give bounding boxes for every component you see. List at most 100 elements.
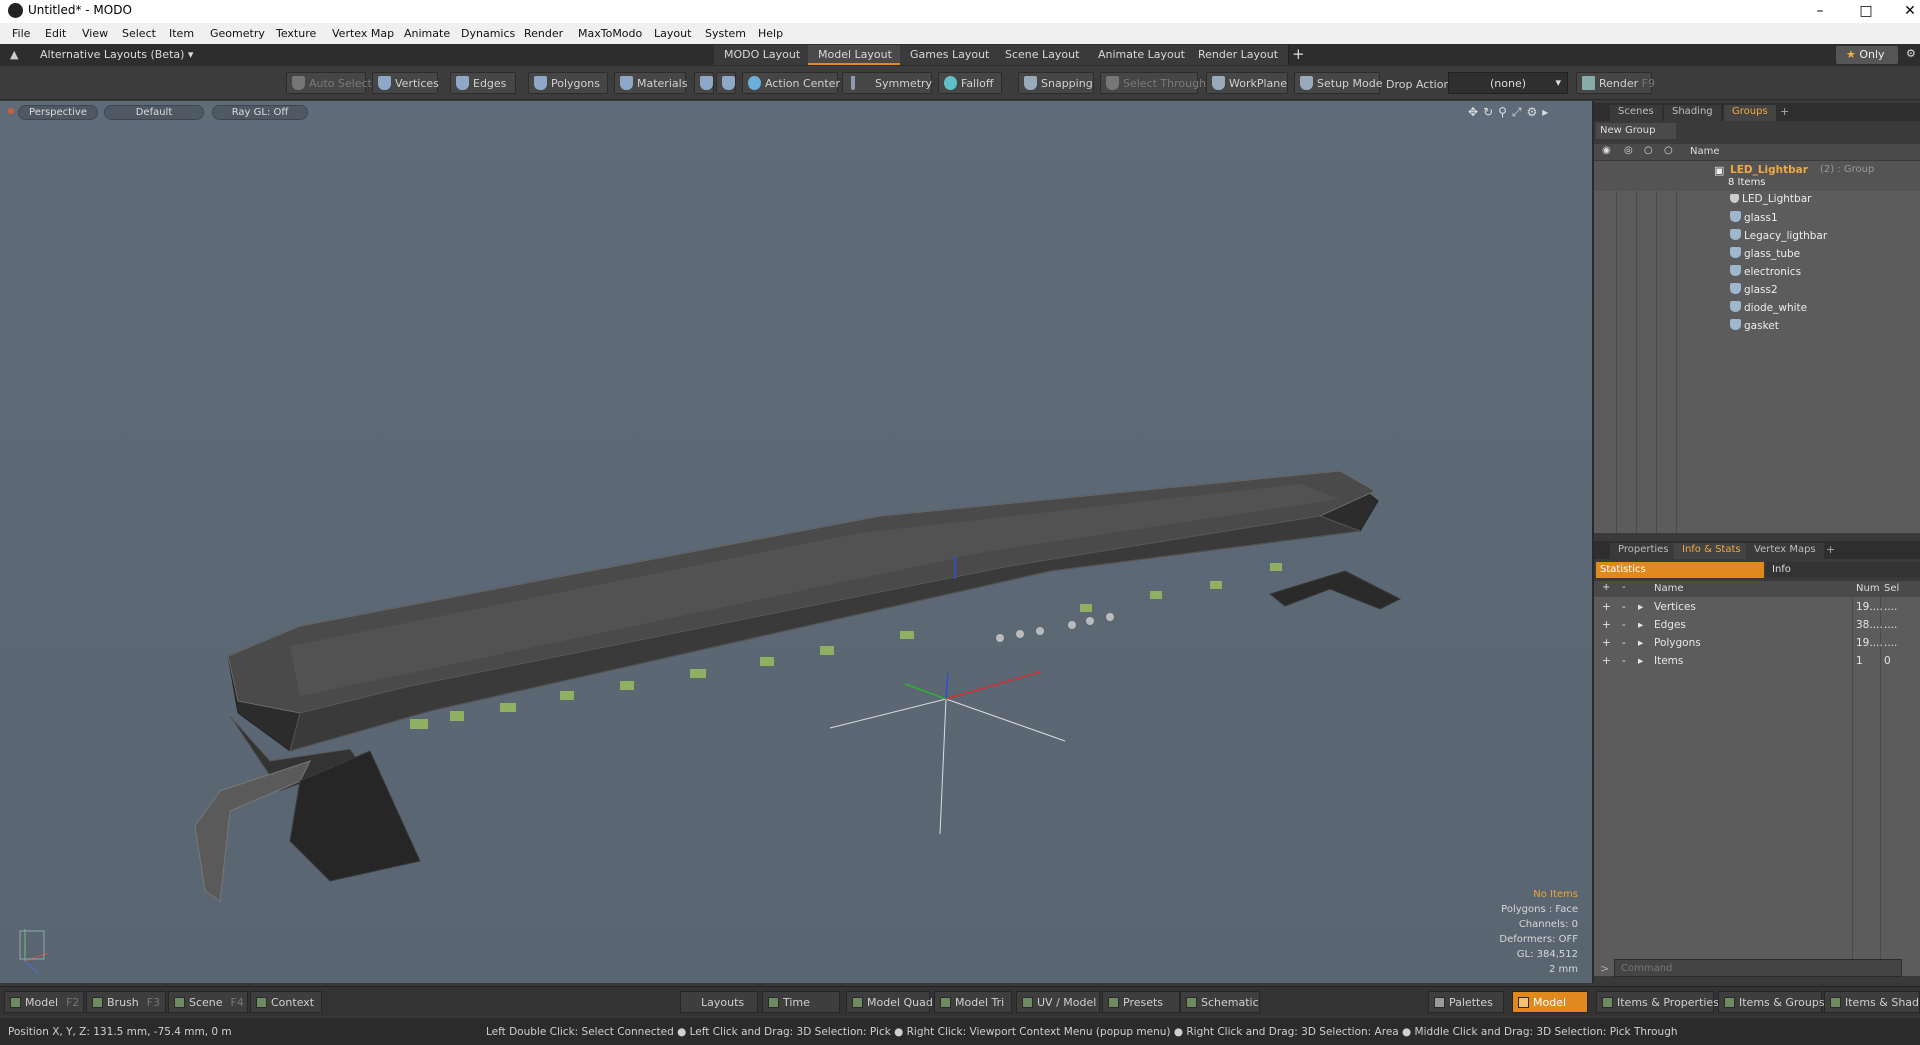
tab-model-layout[interactable]: Model Layout <box>808 45 903 65</box>
menu-animate[interactable]: Animate <box>404 27 450 40</box>
context-button[interactable]: Context <box>250 991 322 1013</box>
layouts-button[interactable]: Layouts <box>680 991 758 1013</box>
auto-select-button[interactable]: Auto Select <box>286 72 372 94</box>
new-group-button[interactable]: New Group <box>1596 123 1676 139</box>
items-properties-button[interactable]: Items & Properties <box>1596 991 1719 1013</box>
menu-geometry[interactable]: Geometry <box>210 27 265 40</box>
drop-action-select[interactable]: (none) ▾ <box>1448 72 1568 94</box>
statistics-subtab[interactable]: Statistics <box>1596 562 1764 578</box>
model-mode-button[interactable]: Model F2 <box>4 991 84 1013</box>
stats-row-items[interactable]: + - ▸ Items 1 0 <box>1594 653 1920 671</box>
add-layout-button[interactable]: + <box>1292 45 1305 63</box>
uv-model-button[interactable]: UV / Model <box>1016 991 1100 1013</box>
schematic-button[interactable]: Schematic <box>1180 991 1260 1013</box>
vertices-icon <box>378 76 391 90</box>
tab-properties[interactable]: Properties <box>1610 543 1677 559</box>
tree-item-legacy-lightbar[interactable]: Legacy_ligthbar <box>1730 229 1827 247</box>
menu-edit[interactable]: Edit <box>45 27 66 40</box>
expand-all-icon[interactable]: + <box>1602 582 1610 593</box>
tab-animate-layout[interactable]: Animate Layout <box>1088 45 1196 65</box>
model-label: Model <box>25 996 59 1009</box>
model-tri-button[interactable]: Model Tri <box>934 991 1012 1013</box>
lock-icon[interactable]: ◎ <box>1624 145 1633 156</box>
collapse-icon[interactable]: ▲ <box>10 48 18 61</box>
group-suffix: (2) : Group <box>1820 164 1875 175</box>
menu-texture[interactable]: Texture <box>276 27 316 40</box>
stats-row-polygons[interactable]: + - ▸ Polygons 19........ <box>1594 635 1920 653</box>
stat-num: 38.... <box>1856 619 1883 631</box>
falloff-button[interactable]: Falloff <box>938 72 1002 94</box>
tab-scenes[interactable]: Scenes <box>1610 105 1662 121</box>
info-subtab[interactable]: Info <box>1766 562 1920 578</box>
select-through-button[interactable]: Select Through <box>1100 72 1206 94</box>
menu-select[interactable]: Select <box>122 27 156 40</box>
model-quad-button[interactable]: Model Quad <box>846 991 933 1013</box>
3d-viewport[interactable]: Perspective Default Ray GL: Off ✥↻⚲⤢⚙▸ N… <box>0 101 1592 983</box>
model-tri-label: Model Tri <box>955 996 1005 1009</box>
tree-item-glass2[interactable]: glass2 <box>1730 283 1778 301</box>
tree-item-diode-white[interactable]: diode_white <box>1730 301 1807 319</box>
tab-render-layout[interactable]: Render Layout <box>1188 45 1290 65</box>
menu-dynamics[interactable]: Dynamics <box>461 27 515 40</box>
alternative-layouts-dropdown[interactable]: Alternative Layouts (Beta) ▾ <box>40 48 193 61</box>
stats-row-edges[interactable]: + - ▸ Edges 38........ <box>1594 617 1920 635</box>
selection-set-button[interactable] <box>694 72 714 94</box>
tab-info-stats[interactable]: Info & Stats <box>1674 543 1749 559</box>
menu-render[interactable]: Render <box>524 27 563 40</box>
stat-num: 19.... <box>1856 601 1883 613</box>
close-icon[interactable]: ✕ <box>1890 0 1920 23</box>
presets-button[interactable]: Presets <box>1102 991 1180 1013</box>
mesh-icon <box>1730 247 1741 258</box>
collapse-all-icon[interactable]: - <box>1622 582 1626 593</box>
add-tab-button[interactable]: + <box>1826 543 1835 556</box>
menu-help[interactable]: Help <box>758 27 783 40</box>
tab-games-layout[interactable]: Games Layout <box>900 45 1001 65</box>
setup-mode-button[interactable]: Setup Mode <box>1294 72 1382 94</box>
gear-icon[interactable]: ⚙ <box>1906 47 1916 60</box>
menu-maxtomodo[interactable]: MaxToModo <box>578 27 642 40</box>
vertices-button[interactable]: Vertices <box>372 72 439 94</box>
polygons-button[interactable]: Polygons <box>528 72 608 94</box>
only-toggle[interactable]: ★ Only <box>1836 46 1898 64</box>
visibility-eye-icon[interactable]: ◉ <box>1602 145 1611 156</box>
stats-row-vertices[interactable]: + - ▸ Vertices 19........ <box>1594 599 1920 617</box>
tree-item-gasket[interactable]: gasket <box>1730 319 1779 337</box>
select-col-icon[interactable]: ○ <box>1644 145 1653 156</box>
brush-mode-button[interactable]: Brush F3 <box>86 991 166 1013</box>
tab-groups[interactable]: Groups <box>1724 105 1776 121</box>
add-tab-button[interactable]: + <box>1780 105 1789 118</box>
action-center-button[interactable]: Action Center <box>742 72 840 94</box>
render-col-icon[interactable]: ○ <box>1664 145 1673 156</box>
tree-item-glass1[interactable]: glass1 <box>1730 211 1778 229</box>
menu-vertex-map[interactable]: Vertex Map <box>332 27 394 40</box>
menu-view[interactable]: View <box>82 27 108 40</box>
command-input[interactable] <box>1614 959 1902 977</box>
tab-vertex-maps[interactable]: Vertex Maps <box>1746 543 1824 559</box>
tab-shading[interactable]: Shading <box>1664 105 1721 121</box>
menu-layout[interactable]: Layout <box>654 27 691 40</box>
menu-item[interactable]: Item <box>169 27 194 40</box>
menu-system[interactable]: System <box>705 27 746 40</box>
minimize-icon[interactable]: – <box>1800 0 1840 23</box>
tab-modo-layout[interactable]: MODO Layout <box>714 45 812 65</box>
render-button[interactable]: Render F9 <box>1576 72 1655 94</box>
items-shading-button[interactable]: Items & Shading <box>1824 991 1920 1013</box>
maximize-icon[interactable]: □ <box>1846 0 1886 23</box>
tree-item-electronics[interactable]: electronics <box>1730 265 1801 283</box>
materials-button[interactable]: Materials <box>614 72 687 94</box>
selection-set-2-button[interactable] <box>716 72 736 94</box>
edges-button[interactable]: Edges <box>450 72 516 94</box>
model-interface-button[interactable]: Model <box>1512 991 1588 1013</box>
tree-item-glass-tube[interactable]: glass_tube <box>1730 247 1800 265</box>
items-groups-button[interactable]: Items & Groups <box>1718 991 1825 1013</box>
time-button[interactable]: Time <box>762 991 840 1013</box>
palettes-button[interactable]: Palettes <box>1428 991 1504 1013</box>
menu-file[interactable]: File <box>12 27 30 40</box>
scene-mode-button[interactable]: Scene F4 <box>168 991 248 1013</box>
group-row[interactable]: ▣ LED_Lightbar (2) : Group 8 Items <box>1594 161 1920 191</box>
workplane-button[interactable]: WorkPlane <box>1206 72 1288 94</box>
snapping-button[interactable]: Snapping <box>1018 72 1094 94</box>
symmetry-button[interactable]: Symmetry <box>842 72 932 94</box>
tab-scene-layout[interactable]: Scene Layout <box>995 45 1091 65</box>
tree-item-led-lightbar[interactable]: LED_Lightbar <box>1730 193 1811 211</box>
